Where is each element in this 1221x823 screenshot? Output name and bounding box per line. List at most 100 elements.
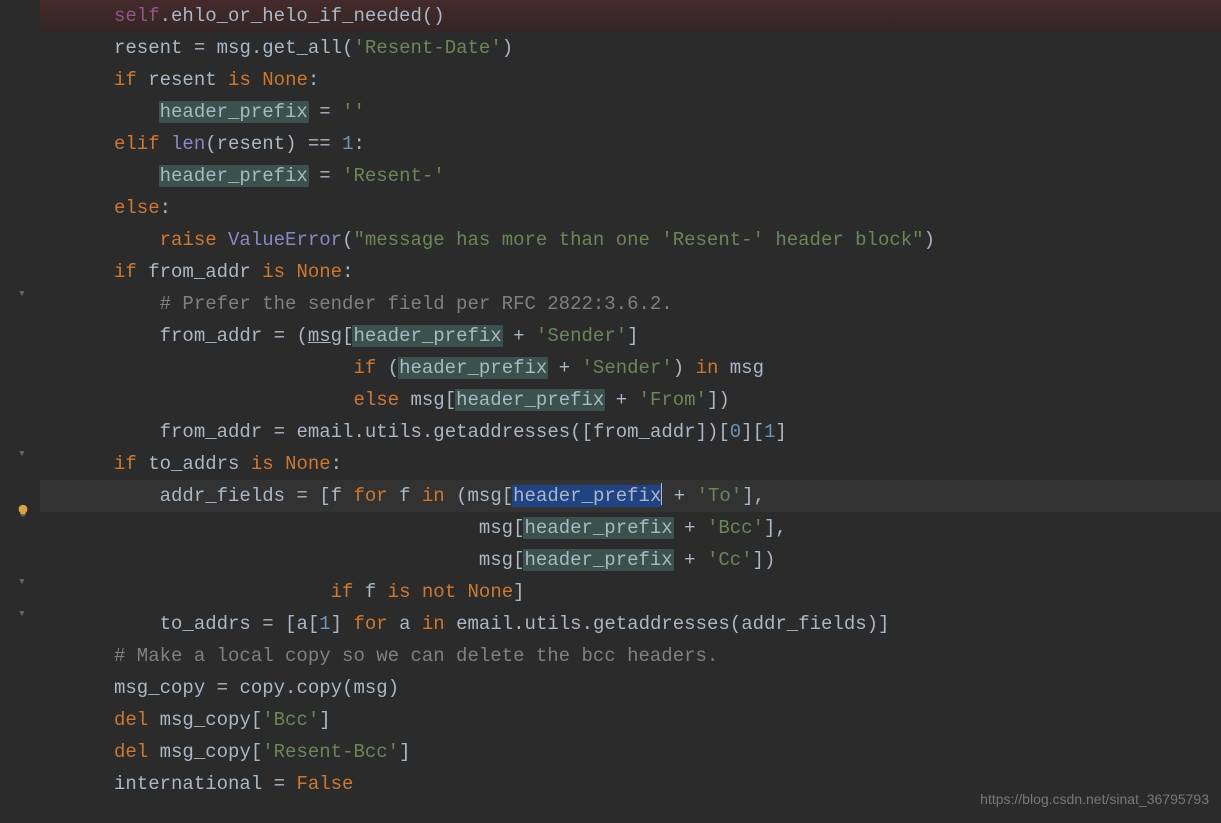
code-line: msg_copy = copy.copy(msg)	[40, 672, 1221, 704]
token-comment: # Make a local copy so we can delete the…	[114, 645, 718, 667]
token-var: header_prefix	[523, 517, 673, 539]
token-var: resent	[148, 69, 216, 91]
code-line: else msg[header_prefix + 'From'])	[40, 384, 1221, 416]
code-line: msg[header_prefix + 'Cc'])	[40, 544, 1221, 576]
fold-icon[interactable]: ▾	[18, 598, 26, 630]
token-self: self	[114, 5, 160, 27]
token-number: 1	[764, 421, 775, 443]
token-string: 'Resent-Date'	[354, 37, 502, 59]
token-var: a	[296, 613, 307, 635]
token-none: None	[262, 69, 308, 91]
token-none: None	[468, 581, 514, 603]
token-var: f	[331, 485, 342, 507]
fold-icon[interactable]: ▾	[18, 278, 26, 310]
token-var: msg	[479, 549, 513, 571]
code-line: from_addr = email.utils.getaddresses([fr…	[40, 416, 1221, 448]
token-var: msg_copy	[114, 677, 205, 699]
watermark-text: https://blog.csdn.net/sinat_36795793	[980, 783, 1209, 815]
code-content[interactable]: self.ehlo_or_helo_if_needed() resent = m…	[40, 0, 1221, 823]
token-var: header_prefix	[159, 101, 309, 123]
token-var: from_addr	[593, 421, 696, 443]
token-var: from_addr	[148, 261, 251, 283]
token-keyword: else	[353, 389, 399, 411]
token-keyword: in	[696, 357, 719, 379]
token-var: from_addr	[160, 325, 263, 347]
token-var: to_addrs	[148, 453, 239, 475]
token-keyword: in	[422, 613, 445, 635]
token-var: header_prefix	[159, 165, 309, 187]
token-string: 'Resent-Bcc'	[262, 741, 399, 763]
token-string: 'From'	[639, 389, 707, 411]
token-keyword: if	[114, 261, 137, 283]
token-keyword: else	[114, 197, 160, 219]
token-string: 'Sender'	[582, 357, 673, 379]
token-var: header_prefix	[455, 389, 605, 411]
code-line: self.ehlo_or_helo_if_needed()	[40, 0, 1221, 32]
token-var: header_prefix	[523, 549, 673, 571]
token-builtin: len	[171, 133, 205, 155]
code-line: if f is not None]	[40, 576, 1221, 608]
fold-icon[interactable]: ▾	[18, 566, 26, 598]
token-keyword: elif	[114, 133, 160, 155]
token-var: msg	[468, 485, 502, 507]
token-var: f	[365, 581, 376, 603]
code-line-current: addr_fields = [f for f in (msg[header_pr…	[40, 480, 1221, 512]
token-string: ''	[342, 101, 365, 123]
code-line: resent = msg.get_all('Resent-Date')	[40, 32, 1221, 64]
token-var: msg	[217, 37, 251, 59]
token-method: copy	[296, 677, 342, 699]
token-var: msg	[479, 517, 513, 539]
token-keyword: is	[251, 453, 274, 475]
code-line: if (header_prefix + 'Sender') in msg	[40, 352, 1221, 384]
token-false: False	[296, 773, 353, 795]
token-var: email	[296, 421, 353, 443]
token-var: utils	[525, 613, 582, 635]
token-var-selected: header_prefix	[512, 485, 662, 507]
editor-gutter: ▾ ▾ ▾ ▾	[0, 0, 40, 823]
fold-icon[interactable]: ▾	[18, 438, 26, 470]
text-cursor	[661, 483, 662, 505]
code-line: if to_addrs is None:	[40, 448, 1221, 480]
token-string: "message has more than one 'Resent-' hea…	[353, 229, 923, 251]
code-line: if resent is None:	[40, 64, 1221, 96]
code-line: # Prefer the sender field per RFC 2822:3…	[40, 288, 1221, 320]
token-keyword: is	[388, 581, 411, 603]
token-var: msg_copy	[160, 741, 251, 763]
token-method: getaddresses	[593, 613, 730, 635]
token-none: None	[285, 453, 331, 475]
token-keyword: for	[353, 613, 387, 635]
token-string: 'Cc'	[707, 549, 753, 571]
token-none: None	[296, 261, 342, 283]
code-line: raise ValueError("message has more than …	[40, 224, 1221, 256]
token-var: resent	[114, 37, 182, 59]
token-keyword: is	[262, 261, 285, 283]
token-var: a	[399, 613, 410, 635]
token-var: f	[399, 485, 410, 507]
token-var: msg	[353, 677, 387, 699]
code-line: to_addrs = [a[1] for a in email.utils.ge…	[40, 608, 1221, 640]
lightbulb-icon[interactable]	[16, 504, 30, 518]
token-var: addr_fields	[741, 613, 866, 635]
code-editor: ▾ ▾ ▾ ▾ self.ehlo_or_helo_if_needed() re…	[0, 0, 1221, 823]
code-line: msg[header_prefix + 'Bcc'],	[40, 512, 1221, 544]
code-line: header_prefix = ''	[40, 96, 1221, 128]
token-method: getaddresses	[433, 421, 570, 443]
token-comment: # Prefer the sender field per RFC 2822:3…	[160, 293, 673, 315]
token-string: 'To'	[697, 485, 743, 507]
token-keyword: if	[353, 357, 376, 379]
token-keyword: in	[422, 485, 445, 507]
token-keyword: raise	[160, 229, 217, 251]
token-var: utils	[365, 421, 422, 443]
code-line: from_addr = (msg[header_prefix + 'Sender…	[40, 320, 1221, 352]
token-number: 0	[730, 421, 741, 443]
token-var: international	[114, 773, 262, 795]
token-method: ehlo_or_helo_if_needed	[171, 5, 422, 27]
token-string: 'Sender'	[536, 325, 627, 347]
token-var: addr_fields	[160, 485, 285, 507]
token-string: 'Bcc'	[262, 709, 319, 731]
token-var: msg	[308, 325, 342, 347]
token-string: 'Bcc'	[707, 517, 764, 539]
code-line: else:	[40, 192, 1221, 224]
code-line: if from_addr is None:	[40, 256, 1221, 288]
token-keyword: del	[114, 741, 148, 763]
